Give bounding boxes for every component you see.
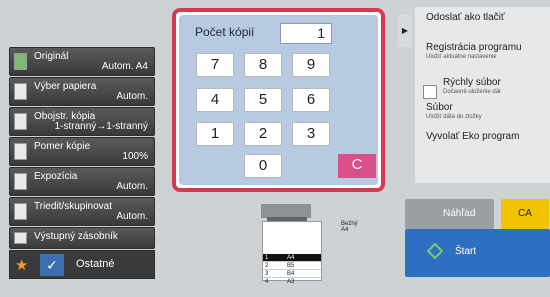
start-label: Štart <box>455 246 477 257</box>
sidebar-item-value: 1-stranný→1-stranný <box>54 121 148 132</box>
tray-row[interactable]: 2 B5 <box>263 262 321 270</box>
clear-all-button[interactable]: CA <box>501 199 549 229</box>
copies-count-field[interactable]: 1 <box>280 23 332 44</box>
key-1[interactable]: 1 <box>196 122 234 146</box>
others-button[interactable]: Ostatné <box>76 258 115 270</box>
output-tray-icon <box>14 232 27 244</box>
menu-program-register[interactable]: Registrácia programu Uložiť aktuálne nas… <box>426 42 522 60</box>
sidebar-item-original[interactable]: Originál Autom. A4 <box>9 47 155 76</box>
sidebar-item-paper-select[interactable]: Výber papiera Autom. <box>9 77 155 106</box>
key-7[interactable]: 7 <box>196 53 234 77</box>
original-icon <box>14 53 27 70</box>
menu-eco-program[interactable]: Vyvolať Eko program <box>426 131 519 142</box>
paper-icon <box>14 83 27 100</box>
menu-label: Rýchly súbor <box>443 77 501 88</box>
sidebar-item-output-tray[interactable]: Výstupný zásobník <box>9 227 155 249</box>
menu-send-as-print[interactable]: Odoslať ako tlačiť <box>426 12 505 23</box>
check-icon[interactable]: ✓ <box>40 254 64 276</box>
sidebar-item-value: 100% <box>122 151 148 162</box>
key-9[interactable]: 9 <box>292 53 330 77</box>
sidebar-item-exposure[interactable]: Expozícia Autom. <box>9 167 155 196</box>
key-0[interactable]: 0 <box>244 154 282 178</box>
sidebar-item-duplex[interactable]: Obojstr. kópia 1-stranný→1-stranný <box>9 107 155 136</box>
sidebar-item-value: Autom. <box>116 211 148 222</box>
sidebar-item-sort-group[interactable]: Triedit/skupinovat Autom. <box>9 197 155 226</box>
menu-sublabel: Dočasné uloženie dát <box>443 89 501 95</box>
bottom-bar: ★ ✓ Ostatné <box>9 250 155 279</box>
preview-button[interactable]: Náhľad <box>405 199 494 229</box>
sidebar-item-label: Výstupný zásobník <box>34 231 118 242</box>
menu-collapse-arrow-icon[interactable]: ▶ <box>398 15 412 47</box>
clear-button[interactable]: C <box>338 154 376 178</box>
menu-label: Vyvolať Eko program <box>426 131 520 142</box>
key-5[interactable]: 5 <box>244 88 282 112</box>
exposure-icon <box>14 173 27 190</box>
copies-title: Počet kópií <box>195 25 255 39</box>
sidebar-item-label: Výber papiera <box>34 81 97 92</box>
menu-sublabel: Uložiť dáta do zložky <box>426 114 482 120</box>
quick-file-checkbox[interactable] <box>423 85 437 99</box>
sidebar-item-value: Autom. <box>116 91 148 102</box>
sidebar-item-label: Expozícia <box>34 171 78 182</box>
menu-label: Odoslať ako tlačiť <box>426 12 505 23</box>
ratio-icon <box>14 143 27 160</box>
preview-label: Náhľad <box>443 208 476 219</box>
bypass-tray-label: Bežný A4 <box>341 221 358 233</box>
tray-row[interactable]: 1 A4 <box>263 254 321 262</box>
start-icon <box>427 243 443 259</box>
sidebar-item-label: Pomer kópie <box>34 141 91 152</box>
menu-quick-file[interactable]: Rýchly súbor Dočasné uloženie dát <box>443 77 501 95</box>
start-button[interactable]: Štart <box>405 229 550 277</box>
menu-label: Registrácia programu <box>426 42 522 53</box>
sidebar-item-label: Originál <box>34 51 69 62</box>
key-4[interactable]: 4 <box>196 88 234 112</box>
sort-icon <box>14 203 27 220</box>
tray-row[interactable]: 3 B4 <box>263 270 321 278</box>
sidebar-item-value: Autom. A4 <box>101 61 148 72</box>
menu-file[interactable]: Súbor Uložiť dáta do zložky <box>426 102 482 120</box>
sidebar-item-copy-ratio[interactable]: Pomer kópie 100% <box>9 137 155 166</box>
paper-tray-list: 1 A4 2 B5 3 B4 4 A3 <box>262 221 322 285</box>
menu-sublabel: Uložiť aktuálne nastavenie <box>426 54 497 60</box>
sidebar-item-label: Triedit/skupinovat <box>34 201 112 212</box>
copies-panel-inner: Počet kópií 1 7 8 9 4 5 6 1 2 3 0 C <box>179 15 378 185</box>
duplex-icon <box>14 113 27 130</box>
key-3[interactable]: 3 <box>292 122 330 146</box>
key-2[interactable]: 2 <box>244 122 282 146</box>
bypass-size: A4 <box>341 227 349 233</box>
copies-panel: Počet kópií 1 7 8 9 4 5 6 1 2 3 0 C <box>172 8 385 192</box>
right-menu: Odoslať ako tlačiť Registrácia programu … <box>415 7 550 183</box>
key-6[interactable]: 6 <box>292 88 330 112</box>
star-icon[interactable]: ★ <box>15 256 28 274</box>
tray-row[interactable]: 4 A3 <box>263 278 321 286</box>
key-8[interactable]: 8 <box>244 53 282 77</box>
sidebar-item-value: Autom. <box>116 181 148 192</box>
menu-label: Súbor <box>426 102 453 113</box>
